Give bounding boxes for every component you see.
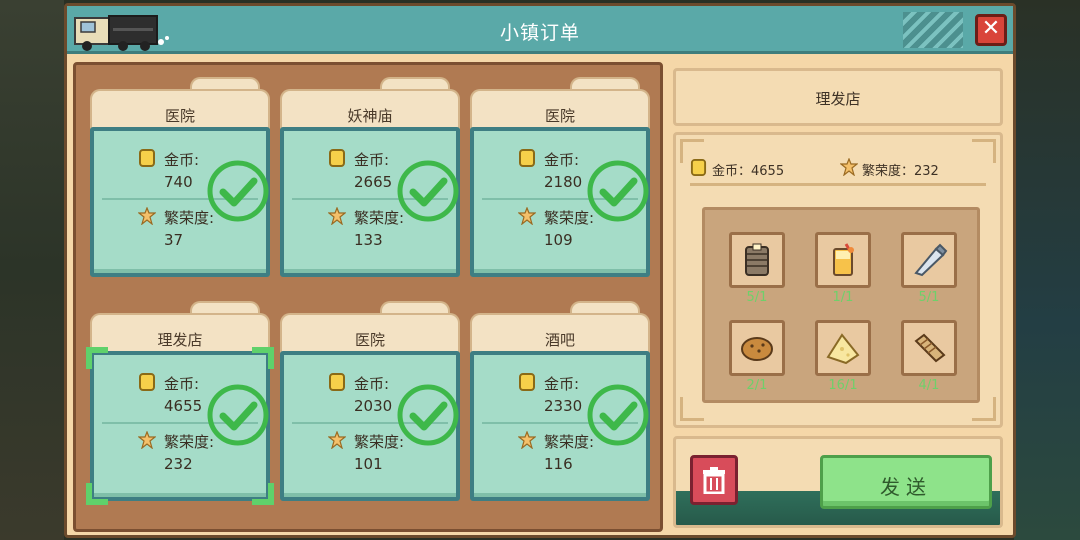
title-decoration [903,12,963,48]
selection-corner [86,347,108,369]
order-card[interactable]: 医院 金币: 740 繁荣度: 37 [90,77,270,277]
completed-check-icon [587,384,649,446]
prosperity-icon [518,207,536,225]
required-item[interactable]: 5/1 [901,232,957,306]
prosperity-value: 232 [164,455,193,473]
coin-label: 金币: [544,375,580,393]
send-button-label: 发送 [880,475,932,499]
item-count: 4/1 [918,378,940,393]
trash-icon [703,467,725,494]
bread-icon [741,337,773,361]
completed-check-icon [397,160,459,222]
roll-icon [914,333,946,363]
order-shop-name: 医院 [164,107,195,125]
coin-value: 740 [164,173,193,191]
send-button[interactable]: 发送 [820,455,992,509]
order-shop-name: 理发店 [157,331,203,349]
prosperity-value: 109 [544,231,573,249]
completed-check-icon [207,384,269,446]
coin-icon [139,149,155,167]
selection-corner [252,483,274,505]
coin-icon [690,159,707,176]
piping-bag-icon [914,243,948,277]
selected-shop-header: 理发店 [673,68,1003,126]
order-card[interactable]: 医院 金币: 2030 繁荣度: 101 [280,301,460,501]
selection-corner [86,483,108,505]
coin-icon [519,149,535,167]
required-item[interactable]: 1/1 [815,232,871,306]
actions-panel: 发送 [673,436,1003,528]
item-count: 1/1 [832,290,854,305]
order-card-selected[interactable]: 理发店 金币: 4655 繁荣度: 232 [86,301,274,505]
cheese-icon [826,333,860,365]
required-item[interactable]: 16/1 [815,320,871,394]
town-orders-window: 小镇订单 ✕ 医院 金币: 740 繁荣度: 37 妖神庙 金币: 2665 繁… [64,3,1016,538]
window-title: 小镇订单 [499,22,580,44]
order-shop-name: 妖神庙 [347,107,393,125]
stack-icon [745,243,769,276]
order-card[interactable]: 妖神庙 金币: 2665 繁荣度: 133 [280,77,460,277]
prosperity-value: 101 [354,455,383,473]
prosperity-icon [138,207,156,225]
coin-label: 金币: [164,151,200,169]
prosperity-value: 133 [354,231,383,249]
coin-value: 2030 [354,397,393,415]
order-rewards: 金币：4655 繁荣度：232 [690,157,990,179]
background-scenery-right [1014,0,1080,540]
coin-icon [139,373,155,391]
order-shop-name: 医院 [544,107,575,125]
discard-order-button[interactable] [690,455,738,505]
reward-prosperity-text: 繁荣度：232 [862,164,939,179]
coin-value: 2180 [544,173,583,191]
selection-corner [252,347,274,369]
item-count: 5/1 [918,290,940,305]
coin-value: 2330 [544,397,583,415]
prosperity-value: 116 [544,455,573,473]
close-button[interactable]: ✕ [975,14,1007,46]
coin-label: 金币: [544,151,580,169]
selected-shop-name: 理发店 [815,90,861,108]
prosperity-icon [518,431,536,449]
orders-board: 医院 金币: 740 繁荣度: 37 妖神庙 金币: 2665 繁荣度: 133… [73,62,663,532]
prosperity-icon [328,207,346,225]
item-count: 5/1 [746,290,768,305]
prosperity-icon [138,431,156,449]
reward-coin-text: 金币：4655 [712,164,785,179]
required-item[interactable]: 4/1 [901,320,957,394]
order-details-panel: 金币：4655 繁荣度：232 5/1 1/1 5/1 2/1 16/1 4/1 [673,132,1003,428]
item-count: 16/1 [828,378,858,393]
title-bar: 小镇订单 ✕ [67,6,1013,54]
coin-label: 金币: [164,375,200,393]
coin-icon [519,373,535,391]
completed-check-icon [207,160,269,222]
coin-icon [329,149,345,167]
completed-check-icon [397,384,459,446]
required-items: 5/1 1/1 5/1 2/1 16/1 4/1 [702,207,980,403]
background-scenery-left [0,0,64,540]
prosperity-icon [840,158,858,176]
prosperity-value: 37 [164,231,184,249]
completed-check-icon [587,160,649,222]
coin-value: 2665 [354,173,393,191]
coin-label: 金币: [354,375,390,393]
required-item[interactable]: 2/1 [729,320,785,394]
item-count: 2/1 [746,378,768,393]
order-card[interactable]: 医院 金币: 2180 繁荣度: 109 [470,77,650,277]
close-icon: ✕ [981,16,1001,41]
drink-icon [833,243,854,276]
coin-label: 金币: [354,151,390,169]
order-card[interactable]: 酒吧 金币: 2330 繁荣度: 116 [470,301,650,501]
order-shop-name: 医院 [354,331,385,349]
order-shop-name: 酒吧 [544,331,575,349]
coin-value: 4655 [164,397,203,415]
required-item[interactable]: 5/1 [729,232,785,306]
prosperity-icon [328,431,346,449]
coin-icon [329,373,345,391]
